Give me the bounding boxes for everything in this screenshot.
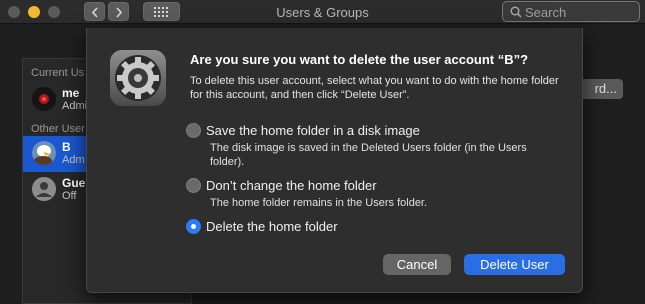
option-label: Delete the home folder [206,219,338,234]
option-help: The home folder remains in the Users fol… [210,197,428,209]
dialog-title: Are you sure you want to delete the user… [190,52,529,67]
user-name: me [62,86,80,100]
dialog-description: To delete this user account, select what… [190,75,559,101]
option-label: Don’t change the home folder [206,178,377,193]
user-role: Off [62,190,77,202]
current-users-heading: Current Us [31,67,85,79]
radio-button-selected[interactable] [186,219,201,234]
user-name: Gue [62,176,86,190]
search-field[interactable]: Search [502,1,640,22]
gear-icon [110,50,166,106]
option-label: Save the home folder in a disk image [206,123,420,138]
cancel-button[interactable]: Cancel [383,254,451,275]
search-icon [510,6,522,18]
radio-button[interactable] [186,178,201,193]
delete-user-dialog: Are you sure you want to delete the user… [86,28,583,293]
user-role: Adm [62,154,85,166]
delete-user-button[interactable]: Delete User [464,254,565,275]
avatar [32,177,56,201]
user-role: Admi [62,100,88,112]
avatar [32,141,56,165]
user-name: B [62,140,71,154]
avatar [32,87,56,111]
other-users-heading: Other User [31,123,85,135]
option-help: The disk image is saved in the Deleted U… [210,142,527,168]
search-placeholder: Search [525,5,567,20]
radio-button[interactable] [186,123,201,138]
window-titlebar: Users & Groups Search [0,0,645,24]
